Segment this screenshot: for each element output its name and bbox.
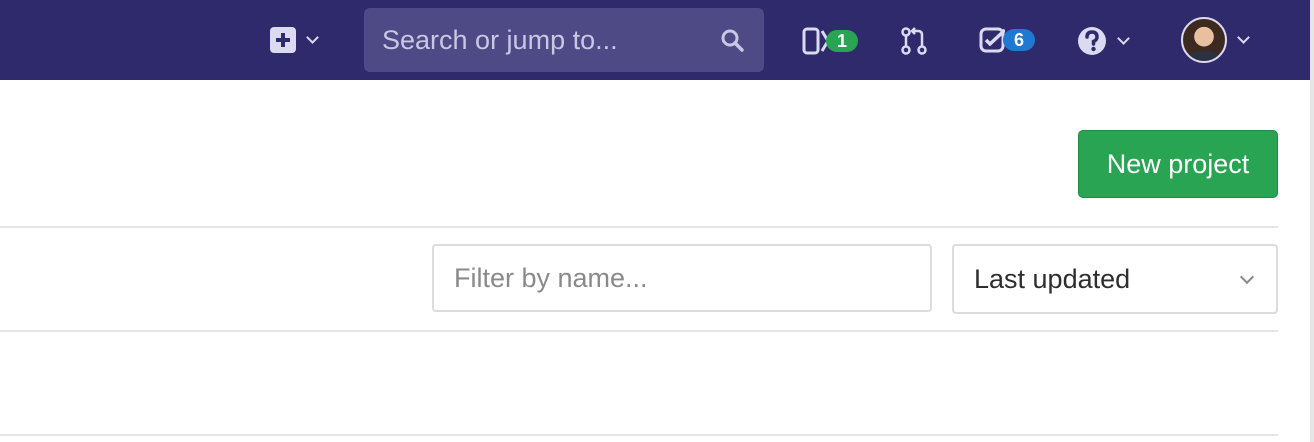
- sort-dropdown[interactable]: Last updated: [952, 244, 1278, 314]
- top-navbar: 1 6: [0, 0, 1310, 80]
- scrollbar-gutter: [1310, 0, 1314, 442]
- issues-button[interactable]: 1: [802, 27, 858, 55]
- search-icon[interactable]: [720, 28, 744, 52]
- search-input[interactable]: [382, 24, 702, 56]
- todos-count-badge: 6: [1003, 29, 1035, 51]
- todo-check-icon: [979, 27, 1005, 53]
- merge-request-icon: [901, 27, 927, 55]
- chevron-down-icon: [1117, 31, 1130, 45]
- sort-selected-label: Last updated: [974, 263, 1131, 294]
- user-menu-button[interactable]: [1181, 17, 1250, 63]
- todos-button[interactable]: 6: [979, 27, 1035, 53]
- new-dropdown-button[interactable]: [270, 27, 319, 53]
- divider: [0, 226, 1278, 228]
- issues-count-badge: 1: [826, 30, 858, 52]
- issues-icon: [802, 27, 828, 55]
- filter-by-name-input[interactable]: [432, 244, 932, 312]
- new-project-button[interactable]: New project: [1078, 130, 1278, 198]
- chevron-down-icon: [1239, 269, 1255, 285]
- user-avatar: [1181, 17, 1227, 63]
- divider: [0, 434, 1278, 436]
- chevron-down-icon: [1237, 30, 1250, 44]
- chevron-down-icon: [306, 30, 319, 44]
- help-dropdown-button[interactable]: [1077, 26, 1130, 56]
- merge-requests-button[interactable]: [901, 27, 927, 55]
- divider: [0, 330, 1278, 332]
- search-bar[interactable]: [364, 8, 764, 72]
- question-circle-icon: [1078, 27, 1106, 55]
- plus-square-icon: [270, 27, 296, 53]
